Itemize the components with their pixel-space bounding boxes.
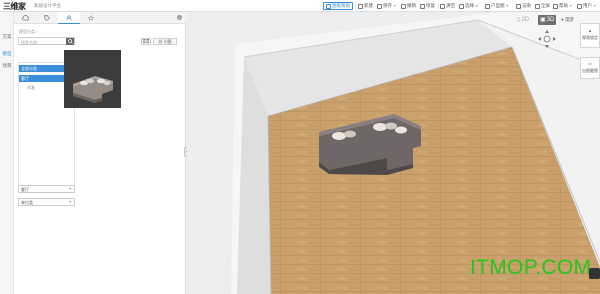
divider [438, 3, 439, 9]
list-view-button[interactable] [141, 38, 151, 45]
view-toggle: ▦ 小图 [141, 38, 181, 45]
tab-user[interactable] [58, 12, 80, 24]
tab-favorite[interactable] [80, 12, 102, 24]
top-toolbar: 三维家 家居设计平台 图纸帮助 新建 保存 ▼ 撤销 恢复 清空 选择 ▼ 户型… [0, 0, 600, 12]
render-icon [516, 3, 521, 9]
filter-dropdown-type[interactable]: 单位类 ▼ [18, 198, 75, 206]
chevron-down-icon: ▼ [569, 4, 573, 8]
search-input[interactable]: 搜索名称 [18, 37, 75, 45]
chevron-down-icon: ▼ [393, 4, 397, 8]
lock-icon: 🔒︎ [588, 28, 592, 33]
room-scene [187, 12, 600, 294]
3d-viewport[interactable] [187, 12, 600, 294]
3d-icon: ▣ [540, 17, 546, 23]
headset-icon[interactable] [589, 268, 600, 279]
chevron-down-icon: ▼ [505, 4, 509, 8]
roam-button[interactable]: ● 漫游 [561, 15, 574, 25]
file-icon [358, 3, 363, 9]
fullscreen-button[interactable]: 全屏 [535, 2, 550, 10]
walk-icon: ● [561, 17, 564, 22]
close-icon[interactable]: × [177, 15, 182, 20]
tab-cloud[interactable] [14, 12, 36, 24]
cloud-icon [21, 15, 29, 21]
render-button[interactable]: 渲染 [516, 2, 531, 10]
sofa-thumbnail-image [64, 50, 121, 108]
select-icon [459, 3, 464, 9]
floorplan-button[interactable]: 户型图 ▼ [485, 2, 509, 10]
navigation-compass-icon[interactable] [537, 29, 557, 49]
watermark: ITMOP.COM [470, 256, 592, 279]
grid-icon: ▦ [158, 39, 163, 44]
model-thumbnail[interactable] [64, 50, 121, 108]
chevron-down-icon: ▼ [593, 4, 597, 8]
grid-view-button[interactable]: ▦ 小图 [153, 38, 177, 45]
view-3d-button[interactable]: ▣ 3D [538, 15, 557, 25]
search-button[interactable] [66, 38, 74, 45]
clear-button[interactable]: 清空 [440, 2, 455, 10]
breadcrumb[interactable]: 模型分类 > [19, 29, 38, 35]
help-doc-button[interactable]: 图纸帮助 [323, 2, 353, 10]
star-icon [88, 15, 94, 21]
filter-dropdown-room[interactable]: 客厅 ▼ [18, 185, 75, 193]
doc-icon [326, 3, 331, 9]
app-logo: 三维家 [3, 2, 26, 11]
rail-item-plan[interactable]: 方案 [1, 34, 13, 40]
view-2d-button[interactable]: ▯ 2D [517, 15, 529, 25]
save-icon [377, 3, 382, 9]
chevron-down-icon: ▼ [68, 187, 72, 191]
undo-button[interactable]: 撤销 [401, 2, 416, 10]
user-icon [66, 14, 72, 21]
divider [355, 3, 356, 9]
panel-tabs: × [14, 12, 186, 24]
tab-tag[interactable] [36, 12, 58, 24]
left-rail: 方案 模型 场景 [0, 12, 14, 294]
fullscreen-icon [535, 3, 540, 9]
redo-icon [420, 3, 425, 9]
camera-icon: ▭ [588, 61, 592, 66]
select-button[interactable]: 选择 ▼ [459, 2, 478, 10]
view-lock-panel[interactable]: 🔒︎ 视角锁定 [580, 23, 600, 48]
redo-button[interactable]: 恢复 [420, 2, 435, 10]
2d-icon: ▯ [517, 17, 521, 23]
chevron-down-icon: ▼ [475, 4, 479, 8]
undo-icon [401, 3, 406, 9]
user-menu-button[interactable]: 用户 ▼ [577, 2, 596, 10]
save-button[interactable]: 保存 ▼ [377, 2, 396, 10]
floorplan-icon [485, 3, 490, 9]
rail-item-scene[interactable]: 场景 [1, 63, 13, 69]
clear-icon [440, 3, 445, 9]
model-panel: × 模型分类 > 搜索名称 ▦ 小图 全部分类 客厅 沙发 客厅 ▼ 单位类 ▼ [14, 12, 186, 294]
help-button[interactable]: 帮助 ▼ [553, 2, 572, 10]
rail-item-model[interactable]: 模型 [1, 51, 13, 57]
app-subtitle: 家居设计平台 [34, 3, 61, 8]
search-icon [67, 39, 73, 44]
screenshot-panel[interactable]: ▭ 出图截图 [580, 57, 600, 79]
new-button[interactable]: 新建 [358, 2, 373, 10]
help-icon [553, 3, 558, 9]
chevron-down-icon: ▼ [68, 200, 72, 204]
tag-icon [44, 15, 50, 21]
user-icon [577, 3, 582, 9]
list-icon [143, 39, 149, 43]
